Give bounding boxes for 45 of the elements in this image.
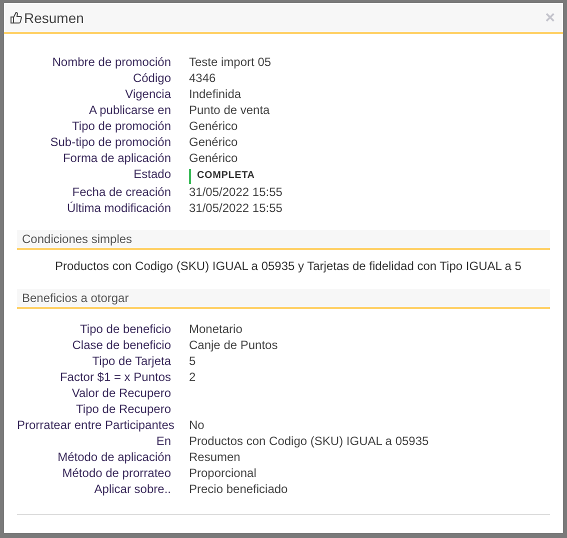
- field-label: Tipo de Recupero: [75, 400, 171, 416]
- field-value: Precio beneficiado: [189, 480, 289, 496]
- field-label: Código: [132, 70, 171, 86]
- field-label: Aplicar sobre..: [93, 480, 171, 496]
- section-header: Beneficios a otorgar: [17, 288, 550, 308]
- field-label: Vigencia: [124, 86, 171, 102]
- field-value: Canje de Puntos: [189, 336, 279, 352]
- field-label: Método de prorrateo: [61, 464, 171, 480]
- thumbs-up-icon: [10, 11, 22, 24]
- field-label: Última modificación: [66, 200, 171, 216]
- field-label: Fecha de creación: [71, 184, 171, 200]
- field-label: Tipo de Tarjeta: [91, 352, 171, 368]
- field-value: Genérico: [189, 150, 239, 166]
- field-label: Tipo de beneficio: [79, 320, 171, 336]
- field-label: Tipo de promoción: [71, 118, 171, 134]
- field-value: 31/05/2022 15:55: [189, 200, 284, 216]
- field-label: Factor $1 = x Puntos: [58, 368, 171, 384]
- field-label: Forma de aplicación: [62, 150, 171, 166]
- field-label: Nombre de promoción: [51, 54, 171, 70]
- field-value: Genérico: [189, 134, 239, 150]
- field-value: 4346: [189, 70, 217, 86]
- field-label: A publicarse en: [88, 102, 171, 118]
- field-value: Monetario: [189, 320, 244, 336]
- close-button[interactable]: ×: [545, 9, 555, 26]
- dialog-title: Resumen: [24, 10, 85, 26]
- field-label: Clase de beneficio: [71, 336, 171, 352]
- field-value: Genérico: [189, 118, 239, 134]
- field-value: Indefinida: [189, 86, 242, 102]
- field-value: Productos con Codigo (SKU) IGUAL a 05935: [189, 432, 430, 448]
- field-label: Estado: [132, 166, 171, 183]
- field-value: Punto de venta: [189, 102, 271, 118]
- condition-text: Productos con Codigo (SKU) IGUAL a 05935 y Tarjetas de fidelidad con Tipo IGUAL a 5: [54, 258, 522, 274]
- field-value: 2: [189, 368, 197, 384]
- field-value: Resumen: [189, 448, 242, 464]
- field-label: Sub-tipo de promoción: [49, 134, 171, 150]
- field-value: No: [189, 416, 206, 432]
- field-value: Proporcional: [189, 464, 258, 480]
- status-badge: COMPLETA: [189, 168, 255, 184]
- field-label: Método de aplicación: [56, 448, 171, 464]
- field-value: 5: [189, 352, 197, 368]
- field-value: 31/05/2022 15:55: [189, 184, 284, 200]
- field-value: Teste import 05: [189, 54, 272, 70]
- field-label: En: [155, 432, 171, 448]
- field-label: Valor de Recupero: [70, 384, 171, 400]
- section-header: Condiciones simples: [17, 230, 550, 250]
